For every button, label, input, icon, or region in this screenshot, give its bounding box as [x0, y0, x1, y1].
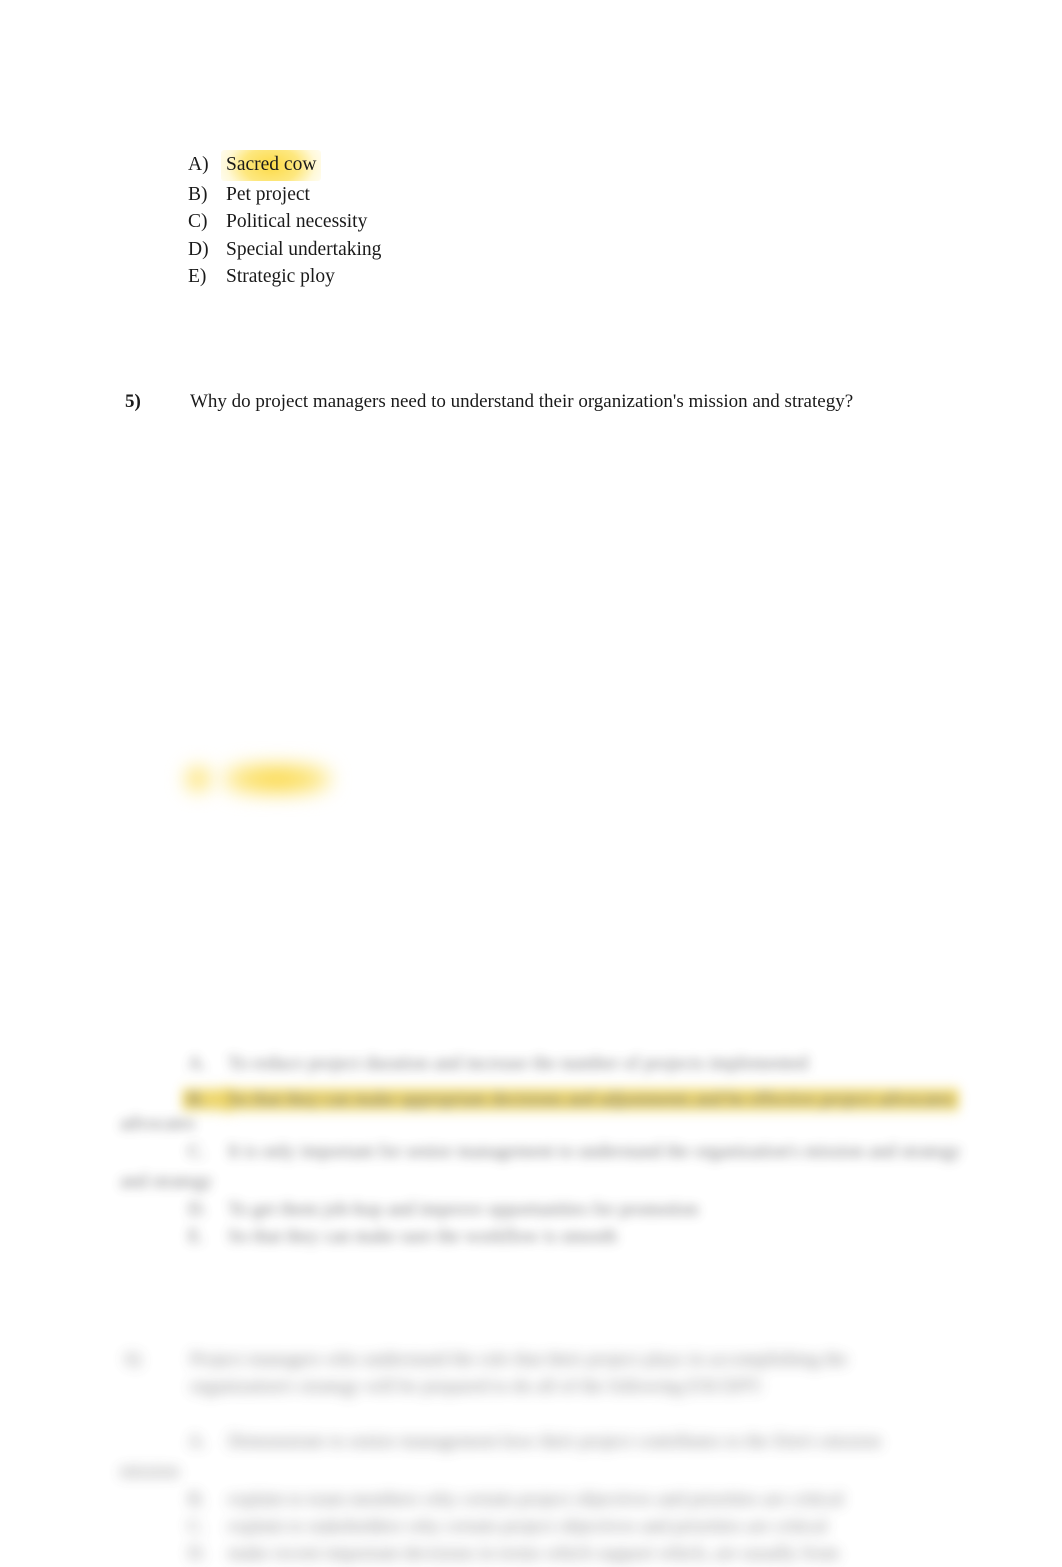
option-label: To reduce project duration and increase … — [228, 1053, 809, 1074]
list-item[interactable]: B. explain to team members why certain p… — [188, 1486, 948, 1513]
option-label: To get them job-hop and improve opportun… — [228, 1199, 699, 1220]
obscured-highlight-smear-small — [183, 764, 213, 794]
option-label-highlighted: So that they can make appropriate decisi… — [222, 1083, 960, 1117]
question-6-text: Project managers who understand the role… — [190, 1349, 848, 1397]
question-6-option-a-blurred[interactable]: A. Demonstrate to senior management how … — [188, 1428, 948, 1455]
list-item[interactable]: E) Strategic ploy — [188, 263, 381, 291]
option-b-wrap-blurred: advocates — [120, 1110, 195, 1137]
option-letter: B) — [188, 183, 208, 205]
question-5-text: Why do project managers need to understa… — [190, 391, 854, 412]
option-letter: C) — [188, 211, 208, 233]
option-letter: C. — [188, 1141, 206, 1162]
list-item[interactable]: B) Pet project — [188, 181, 381, 209]
wrapped-text: advocates — [120, 1113, 195, 1134]
list-item[interactable]: D) Special undertaking — [188, 236, 381, 264]
option-letter: B. — [188, 1489, 206, 1510]
question-5-number: 5) — [125, 391, 141, 412]
option-letter: A. — [188, 1053, 207, 1074]
option-letter: D. — [188, 1199, 207, 1220]
document-page: A) Sacred cow B) Pet project C) Politica… — [0, 0, 1062, 1564]
option-letter: E. — [188, 1226, 205, 1247]
list-item[interactable]: D. To get them job-hop and improve oppor… — [188, 1196, 948, 1223]
list-item[interactable]: C) Political necessity — [188, 208, 381, 236]
question-5-answer-options-blurred: A. To reduce project duration and increa… — [182, 1050, 960, 1117]
option-label: Demonstrate to senior management how the… — [228, 1431, 881, 1452]
option-letter: D) — [188, 238, 209, 260]
list-item[interactable]: A. To reduce project duration and increa… — [188, 1050, 948, 1077]
option-letter: D. — [188, 1543, 207, 1564]
question-6-option-a-wrap-blurred: mission — [120, 1458, 179, 1485]
option-label: It is only important for senior manageme… — [228, 1141, 961, 1162]
obscured-highlight-smear-large — [221, 762, 333, 796]
option-label: So that they can make sure the workflow … — [228, 1226, 617, 1247]
list-item[interactable]: C. explain to stakeholders why certain p… — [188, 1513, 948, 1540]
option-letter: C. — [188, 1516, 206, 1537]
option-label: make recent important decisions in terms… — [228, 1543, 840, 1564]
option-label: explain to stakeholders why certain proj… — [228, 1516, 828, 1537]
list-item[interactable]: A) Sacred cow — [188, 150, 381, 181]
list-item[interactable]: D. make recent important decisions in te… — [188, 1540, 948, 1567]
option-label: explain to team members why certain proj… — [228, 1489, 844, 1510]
list-item[interactable]: E. So that they can make sure the workfl… — [188, 1223, 948, 1250]
option-label-strategic-ploy: Strategic ploy — [226, 266, 335, 288]
option-d-e-blurred: D. To get them job-hop and improve oppor… — [188, 1196, 948, 1250]
question-6-number: 6) — [125, 1349, 141, 1370]
question-4-answer-options: A) Sacred cow B) Pet project C) Politica… — [188, 150, 381, 291]
option-letter: E) — [188, 266, 207, 288]
wrapped-text: mission — [120, 1461, 180, 1482]
list-item[interactable]: B. So that they can make appropriate dec… — [182, 1083, 960, 1117]
option-label-special-undertaking: Special undertaking — [226, 238, 382, 260]
option-label-sacred-cow: Sacred cow — [221, 150, 322, 181]
option-label-political-necessity: Political necessity — [226, 211, 368, 233]
option-label-pet-project: Pet project — [226, 183, 310, 205]
question-6-blurred: 6) Project managers who understand the r… — [125, 1346, 915, 1400]
question-6-options-blurred: B. explain to team members why certain p… — [188, 1486, 948, 1567]
option-letter: A. — [188, 1431, 207, 1452]
option-c-blurred[interactable]: C. It is only important for senior manag… — [188, 1138, 961, 1165]
wrapped-text: and strategy — [120, 1171, 213, 1192]
option-c-wrap-blurred: and strategy — [120, 1168, 212, 1195]
